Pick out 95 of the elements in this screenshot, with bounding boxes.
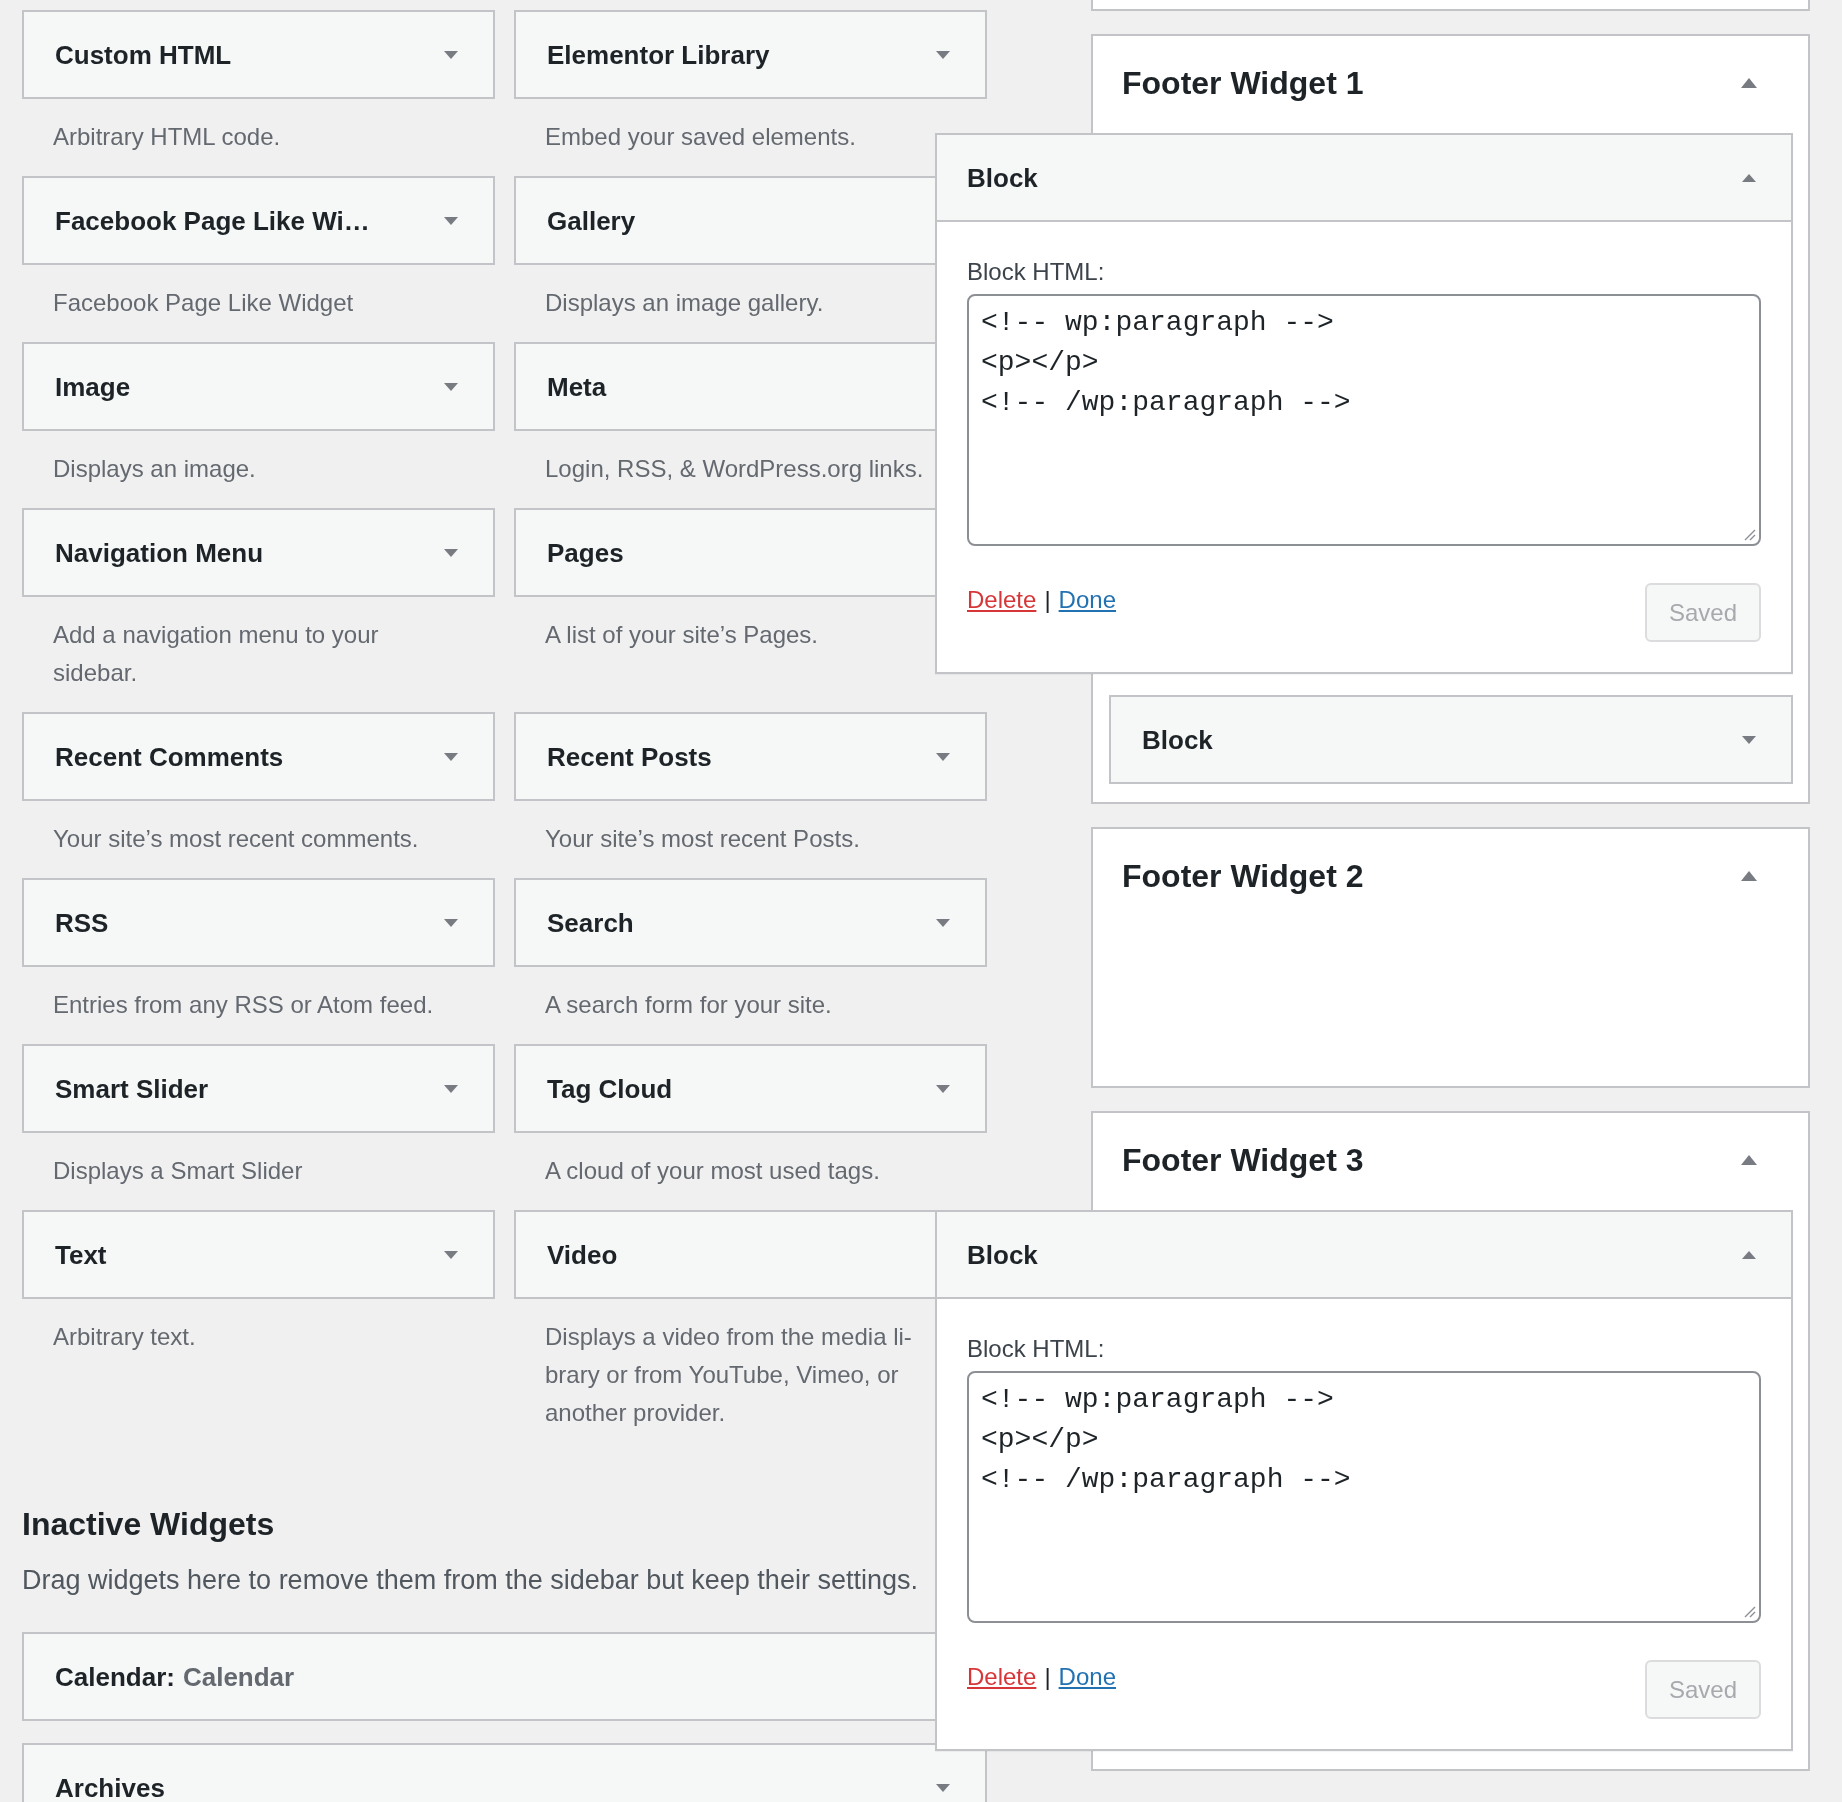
widget-title: Tag Cloud [547, 1073, 673, 1104]
widget-header[interactable]: Recent Comments [22, 712, 495, 801]
caret-down-icon[interactable] [444, 752, 458, 761]
caret-up-icon[interactable] [1742, 1250, 1756, 1259]
widget-description: Login, RSS, & WordPress.org links. [545, 454, 924, 484]
widget-description: A list of your site’s Pages. [545, 620, 819, 650]
widget-header[interactable]: Smart Slider [22, 1044, 495, 1133]
delete-link[interactable]: Delete [967, 1662, 1037, 1692]
widget-header[interactable]: Calendar: Calendar [22, 1632, 935, 1721]
widget-description: Your site’s most recent Posts. [545, 824, 860, 854]
widget-description: Embed your saved elements. [545, 122, 856, 152]
widget-title: Meta [547, 371, 607, 402]
widget-title: Elementor Library [547, 39, 770, 70]
caret-up-icon[interactable] [1741, 871, 1757, 881]
widget-header[interactable]: Facebook Page Like Wi… [22, 176, 495, 265]
widget-description: Arbitrary HTML code. [53, 122, 281, 152]
resize-handle-icon[interactable] [1744, 529, 1756, 541]
sidebar-title: Footer Widget 1 [1122, 64, 1364, 103]
widget-title: Gallery [547, 205, 636, 236]
widget-header[interactable]: Pages [514, 508, 935, 597]
widget-title: RSS [55, 907, 109, 938]
html-field[interactable]: <!-- wp:paragraph --> <p></p> <!-- /wp:paragraph --> [967, 1371, 1761, 1623]
caret-down-icon[interactable] [936, 918, 950, 927]
caret-down-icon[interactable] [936, 752, 950, 761]
caret-down-icon[interactable] [444, 1250, 458, 1259]
sidebar-title: Footer Widget 3 [1122, 1141, 1364, 1180]
caret-down-icon[interactable] [936, 1783, 950, 1792]
widget-title: Archives [55, 1772, 165, 1802]
caret-down-icon[interactable] [444, 382, 458, 391]
caret-down-icon[interactable] [444, 50, 458, 59]
field-label: Block HTML: [967, 1334, 1106, 1364]
widget-description: Displays an image gallery. [545, 288, 824, 318]
delete-link[interactable]: Delete [967, 585, 1037, 615]
caret-up-icon[interactable] [1741, 1155, 1757, 1165]
widget-title: Block [1142, 724, 1213, 755]
widget-title: Video [547, 1239, 618, 1270]
widget-header[interactable]: RSS [22, 878, 495, 967]
caret-up-icon[interactable] [1742, 173, 1756, 182]
widget-description: Your site’s most recent comments. [53, 824, 419, 854]
widget-title: Text [55, 1239, 107, 1270]
widget-header[interactable]: Text [22, 1210, 495, 1299]
widget-header[interactable]: Block [1109, 695, 1793, 784]
widget-header[interactable]: Block [937, 135, 1791, 222]
widget-description: Arbitrary text. [53, 1322, 196, 1352]
resize-handle-icon[interactable] [1744, 1606, 1756, 1618]
widget-title: Block [967, 162, 1038, 193]
caret-down-icon[interactable] [444, 918, 458, 927]
widget-header[interactable]: Navigation Menu [22, 508, 495, 597]
widget-title: Facebook Page Like Wi… [55, 205, 370, 236]
widget-description: Displays an image. [53, 454, 256, 484]
done-link[interactable]: Done [1058, 585, 1116, 615]
done-link[interactable]: Done [1058, 1662, 1116, 1692]
widget-title: Pages [547, 537, 624, 568]
widget-title: Recent Comments [55, 741, 284, 772]
widget-header[interactable]: Elementor Library [514, 10, 987, 99]
widget-header[interactable]: Search [514, 878, 987, 967]
widget-description: Add a navigation menu to your sidebar. [53, 620, 380, 688]
widget-title: Calendar: [55, 1661, 175, 1692]
widget-description: Displays a video from the media li-brary or from YouTube, Vimeo, or another provider. [545, 1322, 913, 1428]
field-label: Block HTML: [967, 257, 1106, 287]
link-separator: | [1044, 1662, 1051, 1692]
widget-header[interactable]: Gallery [514, 176, 935, 265]
caret-down-icon[interactable] [936, 1084, 950, 1093]
widget-header[interactable]: Meta [514, 342, 935, 431]
caret-down-icon[interactable] [936, 50, 950, 59]
section-description: Drag widgets here to remove them from the sidebar but keep their settings. [22, 1564, 918, 1597]
widget-description: Facebook Page Like Widget [53, 288, 354, 318]
widget-instance-title: Calendar [182, 1661, 295, 1692]
widget-header[interactable]: Recent Posts [514, 712, 987, 801]
widget-header[interactable]: Video [514, 1210, 935, 1299]
widget-title: Block [967, 1239, 1038, 1270]
widget-header[interactable]: Block [937, 1212, 1791, 1299]
widget-description: Entries from any RSS or Atom feed. [53, 990, 434, 1020]
link-separator: | [1044, 585, 1051, 615]
widget-title: Smart Slider [55, 1073, 209, 1104]
widget-header[interactable]: Tag Cloud [514, 1044, 987, 1133]
caret-down-icon[interactable] [444, 1084, 458, 1093]
sidebar-title: Footer Widget 2 [1122, 857, 1364, 896]
widget-description: A search form for your site. [545, 990, 832, 1020]
html-field[interactable]: <!-- wp:paragraph --> <p></p> <!-- /wp:paragraph --> [967, 294, 1761, 546]
caret-down-icon[interactable] [1742, 735, 1756, 744]
caret-up-icon[interactable] [1741, 78, 1757, 88]
widget-description: Displays a Smart Slider [53, 1156, 303, 1186]
widget-title: Recent Posts [547, 741, 712, 772]
caret-down-icon[interactable] [444, 216, 458, 225]
widget-title: Navigation Menu [55, 537, 263, 568]
widget-header[interactable]: Archives [22, 1743, 987, 1802]
widget-header[interactable]: Image [22, 342, 495, 431]
widget-header[interactable]: Custom HTML [22, 10, 495, 99]
widget-title: Custom HTML [55, 39, 232, 70]
widget-title: Search [547, 907, 634, 938]
widget-title: Image [55, 371, 131, 402]
section-heading: Inactive Widgets [22, 1505, 275, 1544]
caret-down-icon[interactable] [444, 548, 458, 557]
widget-description: A cloud of your most used tags. [545, 1156, 880, 1186]
